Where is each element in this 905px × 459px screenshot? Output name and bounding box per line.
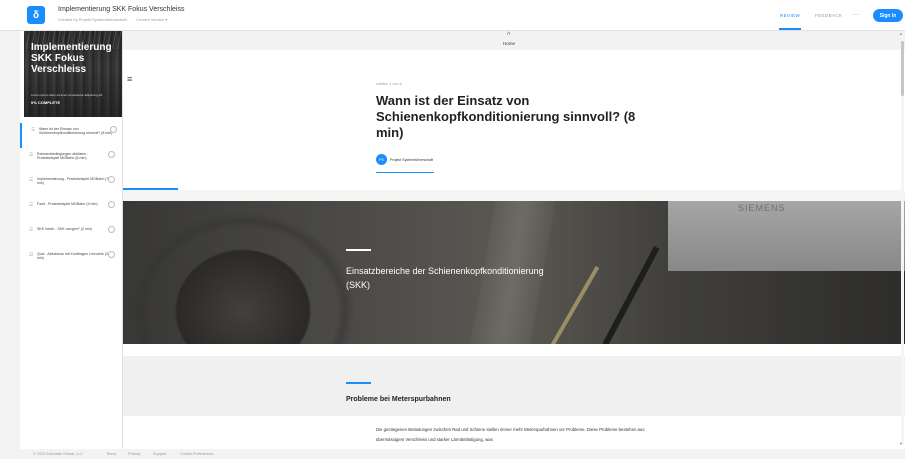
lesson-label: Quiz - Abschluss mit Kontfragen Lernziel… — [37, 252, 108, 261]
hero-title: Einsatzbereiche der Schienenkopfkonditio… — [346, 266, 544, 290]
course-subtitle: Created by Projekt Systemführerschaft · … — [58, 17, 170, 22]
lesson-text-icon: ☰ — [29, 202, 34, 207]
top-header: δ Implementierung SKK Fokus Verschleiss … — [0, 0, 905, 31]
lesson-status-circle-icon — [108, 201, 115, 208]
lesson-content: ^ Home ≡ Lektion 1 von 6 Wann ist der Ei… — [123, 31, 905, 449]
footer-link-terms[interactable]: Terms — [106, 452, 116, 456]
lesson-item[interactable]: ☰ Wann ist der Einsatz von Schienenkopfk… — [20, 123, 122, 148]
tab-review[interactable]: REVIEW — [780, 13, 800, 18]
lesson-status-circle-icon — [108, 226, 115, 233]
menu-icon[interactable]: ≡ — [127, 74, 132, 84]
lesson-label: SKK heute - SKK morgen? (2 min) — [37, 227, 92, 231]
course-progress-text: 0% COMPLETE — [31, 100, 61, 105]
created-by-text: Created by Projekt Systemführerschaft — [58, 17, 127, 22]
lesson-counter: Lektion 1 von 6 — [376, 82, 402, 86]
lesson-item[interactable]: ☑ Quiz - Abschluss mit Kontfragen Lernzi… — [20, 248, 122, 273]
hero-image: SIEMENS Einsatzbereiche der Schienenkopf… — [123, 201, 905, 344]
lesson-status-circle-icon — [110, 126, 117, 133]
lesson-text-icon: ☰ — [29, 152, 34, 157]
quiz-icon: ☑ — [29, 252, 34, 257]
section-title: Probleme bei Meterspurbahnen — [346, 396, 451, 403]
footer-link-support[interactable]: Support — [153, 452, 166, 456]
page-gutter — [0, 31, 20, 449]
footer-link-privacy[interactable]: Privacy — [128, 452, 140, 456]
lesson-progress-bar — [123, 188, 178, 190]
lesson-item[interactable]: ☰ Fazit - Praxisbeispiel MGBahn (3 min) — [20, 198, 122, 223]
section-heading-block: Probleme bei Meterspurbahnen — [123, 356, 905, 416]
sidebar-course-title: Implementierung SKK Fokus Verschleiss — [31, 42, 112, 75]
lesson-item[interactable]: ☰ Implementierung - Praxisbeispiel MGBah… — [20, 173, 122, 198]
course-frame: Implementierung SKK Fokus Verschleiss Lo… — [20, 31, 905, 449]
sidebar-hero-image: Implementierung SKK Fokus Verschleiss Lo… — [24, 31, 122, 117]
lesson-label: Rahmenbedingungen abklären - Praxisbeisp… — [37, 152, 89, 161]
page-footer: © 2023 Articulate Global, LLC Terms Priv… — [0, 449, 905, 459]
version-dropdown[interactable]: Current Version ▾ — [136, 17, 167, 22]
chevron-up-icon: ^ — [507, 32, 511, 39]
lesson-label: Wann ist der Einsatz von Schienenkopfkon… — [39, 127, 113, 136]
section-divider — [346, 382, 371, 384]
footer-link-cookies[interactable]: Cookie Preferences — [180, 452, 213, 456]
section-body-text: Die gestiegenen Belastungen zwischen Rad… — [376, 427, 645, 442]
sign-in-button[interactable]: Sign In — [873, 9, 903, 22]
lesson-status-circle-icon — [108, 151, 115, 158]
scroll-up-icon[interactable]: ▲ — [899, 31, 903, 36]
course-sidebar: Implementierung SKK Fokus Verschleiss Lo… — [20, 31, 123, 449]
course-title: Implementierung SKK Fokus Verschleiss — [58, 6, 185, 13]
author-name: Projekt Systemführerschaft — [390, 158, 434, 162]
home-link[interactable]: Home — [503, 41, 515, 46]
content-section: Probleme bei Meterspurbahnen Die gestieg… — [123, 344, 905, 449]
lesson-status-circle-icon — [108, 176, 115, 183]
sidebar-course-description: Lorem ipsum dolor sit amet consectetur a… — [31, 93, 103, 97]
lesson-text-icon: ☰ — [29, 227, 34, 232]
app-logo[interactable]: δ — [27, 6, 45, 24]
subtitle-separator: · — [130, 17, 133, 22]
scrollbar-track[interactable] — [901, 35, 904, 445]
author-avatar: PS — [376, 154, 387, 165]
lesson-list: ☰ Wann ist der Einsatz von Schienenkopfk… — [20, 123, 122, 273]
active-tab-indicator — [779, 28, 801, 30]
lesson-label: Fazit - Praxisbeispiel MGBahn (3 min) — [37, 202, 98, 206]
lesson-text-icon: ☰ — [31, 127, 36, 132]
scrollbar-thumb[interactable] — [901, 41, 904, 96]
scroll-down-icon[interactable]: ▼ — [899, 441, 903, 446]
lesson-title: Wann ist der Einsatz von Schienenkopfkon… — [376, 93, 636, 140]
lesson-label: Implementierung - Praxisbeispiel MGBahn … — [37, 177, 109, 186]
home-bar[interactable]: ^ Home — [123, 31, 905, 50]
hero-divider — [346, 249, 371, 251]
tab-feedback[interactable]: FEEDBACK — [815, 13, 842, 18]
lesson-item[interactable]: ☰ Rahmenbedingungen abklären - Praxisbei… — [20, 148, 122, 173]
more-options-icon[interactable]: ··· — [852, 10, 860, 19]
copyright-text: © 2023 Articulate Global, LLC — [33, 452, 84, 456]
lesson-item[interactable]: ☰ SKK heute - SKK morgen? (2 min) — [20, 223, 122, 248]
lesson-text-icon: ☰ — [29, 177, 34, 182]
author-divider — [376, 172, 434, 174]
lesson-status-circle-icon — [108, 251, 115, 258]
